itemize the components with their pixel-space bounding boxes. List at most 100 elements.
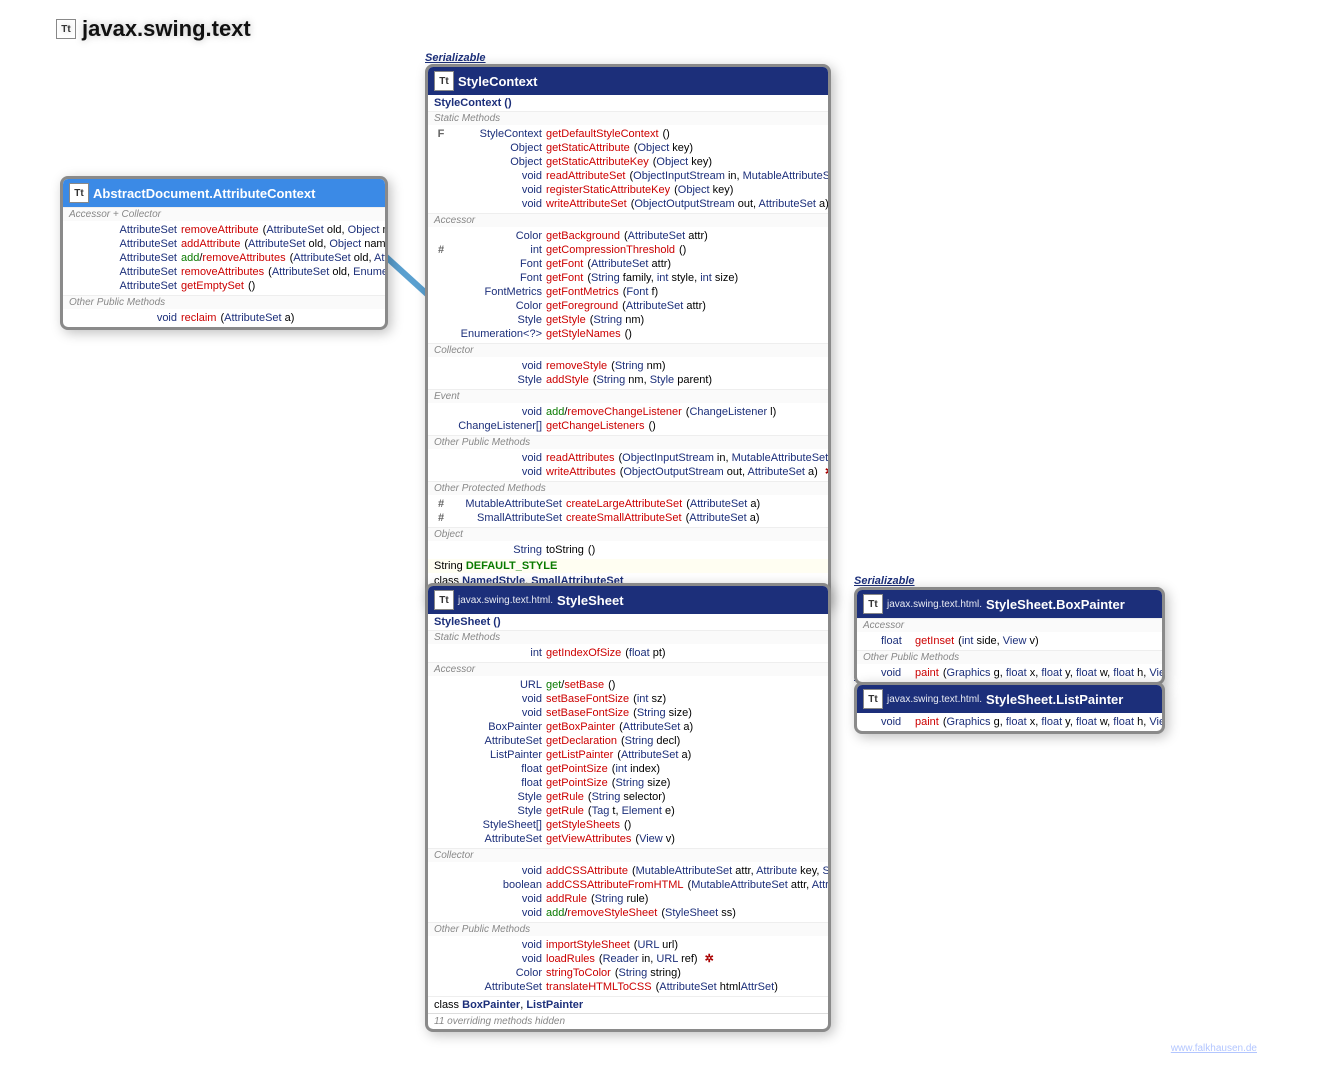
box-header: Tt javax.swing.text.html.StyleSheet.List… — [857, 685, 1162, 713]
modifier — [434, 906, 448, 920]
method-name[interactable]: add/removeChangeListener — [546, 405, 682, 419]
method-name[interactable]: getStaticAttributeKey — [546, 155, 649, 169]
return-type: Color — [452, 299, 542, 313]
modifier — [434, 451, 448, 465]
watermark-link[interactable]: www.falkhausen.de — [1171, 1043, 1257, 1054]
return-type: void — [452, 197, 542, 211]
return-type: SmallAttributeSet — [452, 511, 562, 525]
method-name[interactable]: getForeground — [546, 299, 618, 313]
method-name[interactable]: getBoxPainter — [546, 720, 615, 734]
modifier — [434, 299, 448, 313]
method-name[interactable]: writeAttributeSet — [546, 197, 627, 211]
method-name[interactable]: add/removeStyleSheet — [546, 906, 657, 920]
args: (String family, int style, int size) — [587, 271, 738, 285]
section-label: Static Methods — [428, 111, 828, 125]
method-name[interactable]: addStyle — [546, 373, 589, 387]
modifier — [434, 706, 448, 720]
method-row: StringtoString () — [434, 543, 822, 557]
method-name[interactable]: createSmallAttributeSet — [566, 511, 682, 525]
return-type: AttributeSet — [87, 223, 177, 237]
method-name[interactable]: getDefaultStyleContext — [546, 127, 659, 141]
args: (int sz) — [633, 692, 666, 706]
method-name[interactable]: getDeclaration — [546, 734, 617, 748]
method-name[interactable]: loadRules — [546, 952, 595, 966]
method-name[interactable]: getRule — [546, 804, 584, 818]
method-name[interactable]: getFont — [546, 257, 583, 271]
args: (ObjectOutputStream out, AttributeSet a) — [631, 197, 829, 211]
method-name[interactable]: getChangeListeners — [546, 419, 644, 433]
method-name[interactable]: removeAttribute — [181, 223, 259, 237]
method-name[interactable]: setBaseFontSize — [546, 706, 629, 720]
method-name[interactable]: add/removeAttributes — [181, 251, 286, 265]
boxpainter-box: Tt javax.swing.text.html.StyleSheet.BoxP… — [854, 587, 1165, 685]
method-name[interactable]: writeAttributes — [546, 465, 616, 479]
modifier — [434, 804, 448, 818]
method-name[interactable]: registerStaticAttributeKey — [546, 183, 670, 197]
method-row: ListPaintergetListPainter (AttributeSet … — [434, 748, 822, 762]
modifier — [434, 141, 448, 155]
serializable-label[interactable]: Serializable — [854, 575, 915, 587]
method-name[interactable]: paint — [915, 715, 939, 729]
method-name[interactable]: paint — [915, 666, 939, 680]
method-name[interactable]: removeAttributes — [181, 265, 264, 279]
method-row: #intgetCompressionThreshold () — [434, 243, 822, 257]
method-name[interactable]: getBackground — [546, 229, 620, 243]
modifier — [434, 980, 448, 994]
method-name[interactable]: addCSSAttribute — [546, 864, 628, 878]
section-label: Object — [428, 527, 828, 541]
method-name[interactable]: getCompressionThreshold — [546, 243, 675, 257]
method-row: StyleSheet[]getStyleSheets () — [434, 818, 822, 832]
method-name[interactable]: getPointSize — [546, 762, 608, 776]
method-name[interactable]: toString — [546, 543, 584, 557]
method-name[interactable]: getRule — [546, 790, 584, 804]
method-name[interactable]: getPointSize — [546, 776, 608, 790]
modifier — [434, 285, 448, 299]
modifier — [434, 864, 448, 878]
return-type: void — [452, 465, 542, 479]
method-row: AttributeSetaddAttribute (AttributeSet o… — [69, 237, 379, 251]
method-name[interactable]: getFont — [546, 271, 583, 285]
return-type: Font — [452, 271, 542, 285]
method-name[interactable]: addCSSAttributeFromHTML — [546, 878, 684, 892]
args: (ObjectOutputStream out, AttributeSet a) — [620, 465, 818, 479]
return-type: float — [881, 634, 911, 648]
method-name[interactable]: getStaticAttribute — [546, 141, 630, 155]
args: (String nm) — [590, 313, 644, 327]
method-name[interactable]: getInset — [915, 634, 954, 648]
method-name[interactable]: importStyleSheet — [546, 938, 630, 952]
box-header: Tt AbstractDocument.AttributeContext — [63, 179, 385, 207]
inner-class-link[interactable]: BoxPainter — [462, 999, 520, 1011]
method-name[interactable]: readAttributeSet — [546, 169, 626, 183]
args: () — [624, 818, 631, 832]
args: () — [648, 419, 655, 433]
method-name[interactable]: getStyleSheets — [546, 818, 620, 832]
method-name[interactable]: removeStyle — [546, 359, 607, 373]
method-name[interactable]: addAttribute — [181, 237, 240, 251]
method-name[interactable]: getListPainter — [546, 748, 613, 762]
return-type: Style — [452, 313, 542, 327]
modifier — [434, 762, 448, 776]
serializable-label[interactable]: Serializable — [425, 52, 486, 64]
method-name[interactable]: getIndexOfSize — [546, 646, 621, 660]
method-name[interactable]: getEmptySet — [181, 279, 244, 293]
method-name[interactable]: reclaim — [181, 311, 216, 325]
method-name[interactable]: get/setBase — [546, 678, 604, 692]
inner-class-link[interactable]: ListPainter — [526, 999, 583, 1011]
modifier — [434, 678, 448, 692]
method-name[interactable]: getFontMetrics — [546, 285, 619, 299]
method-name[interactable]: setBaseFontSize — [546, 692, 629, 706]
return-type: void — [452, 906, 542, 920]
method-name[interactable]: getStyle — [546, 313, 586, 327]
method-name[interactable]: createLargeAttributeSet — [566, 497, 682, 511]
method-name[interactable]: stringToColor — [546, 966, 611, 980]
method-row: voidimportStyleSheet (URL url) — [434, 938, 822, 952]
args: () — [588, 543, 595, 557]
method-name[interactable]: getStyleNames — [546, 327, 621, 341]
method-row: ColorgetBackground (AttributeSet attr) — [434, 229, 822, 243]
method-name[interactable]: readAttributes — [546, 451, 614, 465]
method-name[interactable]: translateHTMLToCSS — [546, 980, 652, 994]
return-type: AttributeSet — [452, 734, 542, 748]
method-name[interactable]: getViewAttributes — [546, 832, 631, 846]
method-name[interactable]: addRule — [546, 892, 587, 906]
return-type: boolean — [452, 878, 542, 892]
